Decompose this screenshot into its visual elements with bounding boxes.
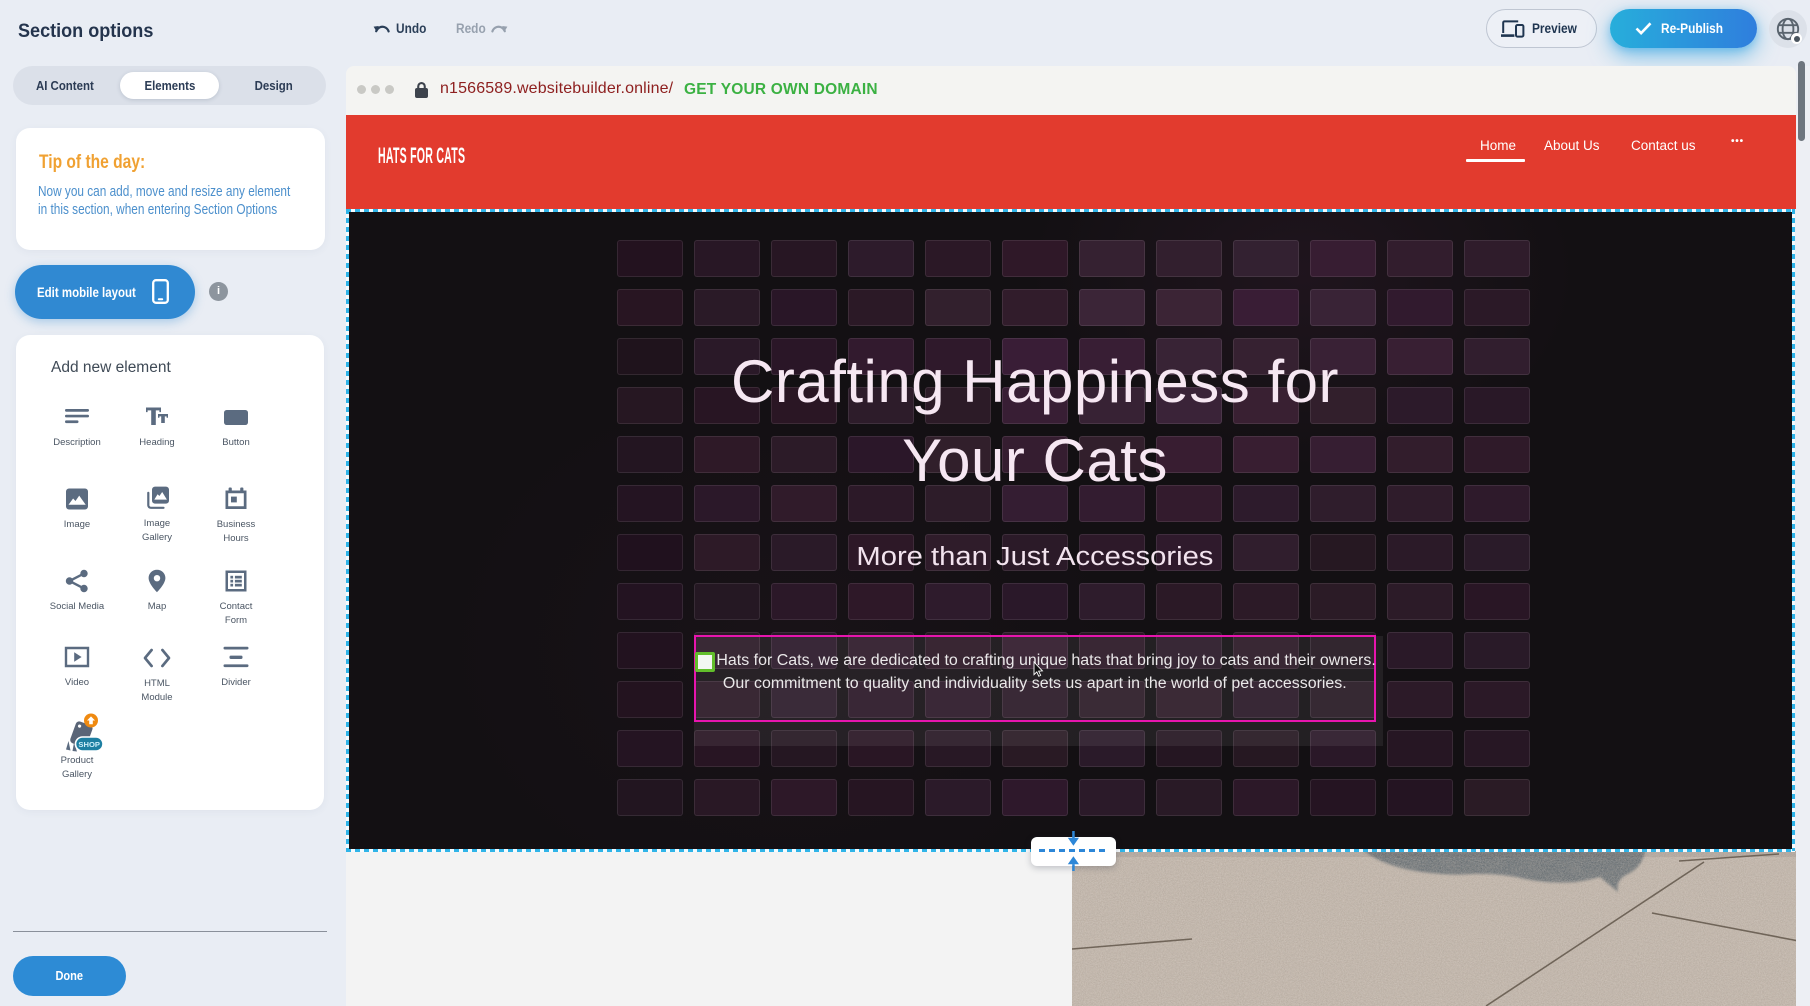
svg-text:SHOP: SHOP xyxy=(78,740,100,749)
